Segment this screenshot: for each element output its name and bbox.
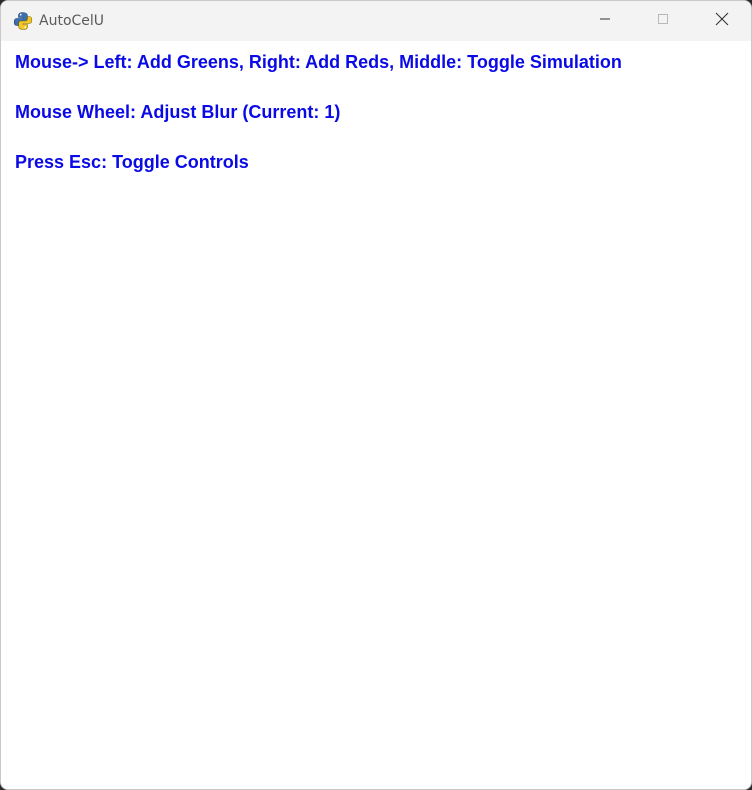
app-window: AutoCelU Mouse-> Left: Add Greens, Right… <box>0 0 752 790</box>
maximize-button[interactable] <box>634 1 692 41</box>
window-title: AutoCelU <box>39 13 105 29</box>
close-icon <box>715 12 729 31</box>
title-bar[interactable]: AutoCelU <box>1 1 751 41</box>
maximize-icon <box>657 12 669 30</box>
mouse-wheel-text: Mouse Wheel: Adjust Blur (Current: 1) <box>15 102 341 122</box>
python-snake-icon <box>13 11 33 31</box>
simulation-canvas[interactable]: Mouse-> Left: Add Greens, Right: Add Red… <box>1 41 751 789</box>
esc-toggle-text: Press Esc: Toggle Controls <box>15 152 249 172</box>
mouse-controls-text: Mouse-> Left: Add Greens, Right: Add Red… <box>15 52 622 72</box>
minimize-icon <box>599 12 611 30</box>
minimize-button[interactable] <box>576 1 634 41</box>
close-button[interactable] <box>693 1 751 41</box>
